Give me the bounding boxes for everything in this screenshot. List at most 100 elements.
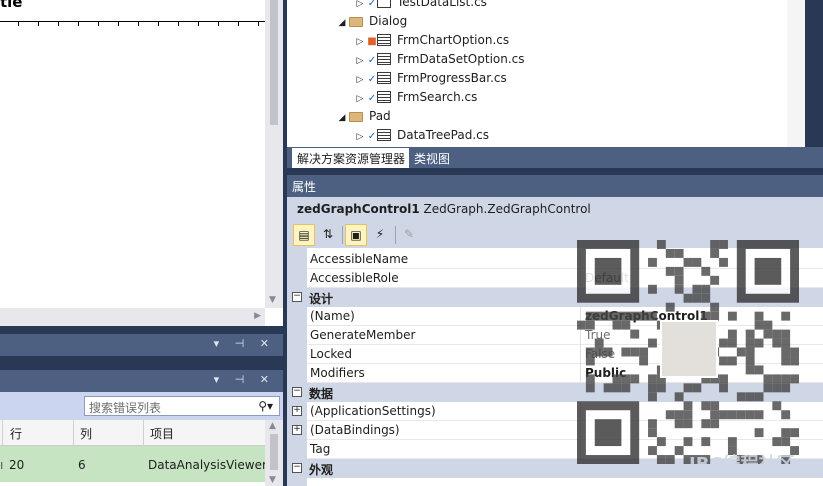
column-header-line[interactable]: 行 (10, 425, 22, 442)
expand-plus-icon[interactable]: + (292, 406, 302, 416)
property-name: AccessibleName (310, 252, 409, 266)
tree-item-label: TestDataList.cs (397, 0, 487, 9)
collapse-minus-icon[interactable]: − (292, 292, 302, 302)
error-list-pane-header: ▾ ⊣ ✕ (0, 370, 283, 392)
tree-item[interactable]: ◢ Dialog (335, 12, 408, 33)
property-pages-wrench-icon[interactable]: ✎ (398, 224, 420, 246)
tree-item[interactable]: ▷ ✓ FrmDataSetOption.cs (353, 50, 525, 69)
editor-vertical-scrollbar[interactable]: ▼ (265, 0, 283, 308)
properties-title: 属性 (292, 180, 317, 194)
search-placeholder: 搜索错误列表 (89, 401, 162, 415)
pane-window-buttons[interactable]: ▾ ⊣ ✕ (214, 373, 275, 386)
watermark-text: IBC编程社区 (689, 454, 795, 475)
tree-item[interactable]: ▷ ✓ TestDataList.cs (353, 0, 487, 12)
solution-explorer-tree[interactable]: ▷ ✓ TestDataList.cs ◢ Dialog ▷ ■ FrmChartOption… (287, 0, 805, 147)
table-row[interactable]: ı 20 6 DataAnalysisViewer (0, 446, 267, 482)
events-lightning-icon[interactable]: ⚡ (369, 224, 391, 246)
property-grid-margin (287, 248, 307, 486)
error-list-table: 行 列 项目 ı 20 6 DataAnalysisViewer ▲ ▼ (0, 420, 283, 486)
properties-view-icon[interactable]: ▣ (345, 224, 367, 246)
scroll-down-icon[interactable]: ▼ (269, 475, 276, 485)
category-label: 数据 (309, 387, 334, 401)
axis-tick (118, 22, 119, 26)
expanded-arrow-icon[interactable]: ◢ (335, 109, 349, 128)
cs-file-icon (377, 129, 391, 141)
row-cell-line: 20 (9, 458, 25, 472)
error-list-scrollbar[interactable]: ▲ ▼ (265, 420, 283, 486)
tree-item[interactable]: ▷ ✓ FrmProgressBar.cs (353, 69, 507, 88)
pane-window-buttons[interactable]: ▾ ⊣ ✕ (214, 337, 275, 350)
error-list-search-input[interactable]: 搜索错误列表 ⚲▾ (84, 396, 280, 416)
scroll-down-icon[interactable]: ▼ (269, 295, 276, 305)
scroll-up-icon[interactable]: ▲ (269, 421, 276, 431)
cs-file-icon (377, 72, 391, 84)
axis-tick (218, 22, 219, 26)
property-name: GenerateMember (310, 328, 416, 342)
checked-in-icon: ✓ (367, 131, 377, 142)
scrollbar-thumb[interactable] (270, 434, 278, 470)
cs-file-icon (377, 0, 391, 8)
scroll-right-icon[interactable]: ▶ (254, 311, 261, 321)
axis-tick (58, 22, 59, 26)
column-separator (73, 420, 74, 446)
axis-tick (198, 22, 199, 26)
column-header-project[interactable]: 项目 (150, 425, 174, 442)
chart-axis (0, 21, 265, 27)
row-cell-prefix: ı (0, 458, 4, 472)
row-cell-project: DataAnalysisViewer (148, 458, 267, 472)
alphabetical-icon[interactable]: ⇅ (317, 224, 339, 246)
axis-tick (258, 22, 259, 26)
axis-tick (78, 22, 79, 26)
tree-item[interactable]: ▷ ✓ FrmSearch.cs (353, 88, 478, 107)
checked-in-icon: ✓ (367, 55, 377, 66)
checked-out-icon: ■ (367, 36, 377, 47)
selected-object-name: zedGraphControl1 (297, 202, 420, 216)
tree-item-label: FrmDataSetOption.cs (397, 52, 525, 66)
categorized-icon[interactable]: ▤ (293, 224, 315, 246)
qr-logo-image (660, 320, 718, 378)
search-icon[interactable]: ⚲▾ (258, 399, 273, 413)
properties-pane-header: 属性 (287, 175, 823, 197)
designer-surface[interactable]: tle ▼ ▶ (0, 0, 283, 326)
editor-horizontal-scrollbar[interactable]: ▶ (0, 308, 265, 326)
axis-tick (98, 22, 99, 26)
tree-item[interactable]: ▷ ✓ DataTreePad.cs (353, 126, 489, 145)
expanded-arrow-icon[interactable]: ◢ (335, 14, 349, 33)
error-list-header: 行 列 项目 (0, 420, 265, 446)
tree-item-label: FrmSearch.cs (397, 90, 478, 104)
solution-explorer-tabs: 解决方案资源管理器 类视图 (287, 147, 823, 168)
tree-item[interactable]: ◢ Pad (335, 107, 391, 126)
folder-icon (349, 17, 363, 27)
tree-item-label: Pad (369, 109, 391, 123)
error-list-toolbar: 搜索错误列表 ⚲▾ (0, 392, 283, 420)
property-name: (Name) (310, 309, 355, 323)
property-name: Tag (310, 442, 331, 456)
tab-class-view[interactable]: 类视图 (409, 148, 456, 168)
scrollbar-thumb[interactable] (270, 0, 278, 125)
row-cell-column: 6 (78, 458, 86, 472)
tab-solution-explorer[interactable]: 解决方案资源管理器 (292, 148, 411, 168)
axis-tick (18, 22, 19, 26)
tree-item-label: Dialog (369, 14, 408, 28)
toolbar-separator (342, 226, 343, 244)
collapsed-arrow-icon[interactable]: ▷ (353, 128, 367, 147)
axis-tick (178, 22, 179, 26)
solution-explorer-scrollbar[interactable] (787, 0, 805, 147)
tree-item-label: FrmProgressBar.cs (397, 71, 507, 85)
collapse-minus-icon[interactable]: − (292, 387, 302, 397)
cs-file-icon (377, 53, 391, 65)
cs-file-icon (377, 34, 391, 46)
axis-tick (158, 22, 159, 26)
properties-object-selector[interactable]: zedGraphControl1 ZedGraph.ZedGraphContro… (287, 197, 823, 222)
tree-item[interactable]: ▷ ■ FrmChartOption.cs (353, 31, 510, 50)
checked-in-icon: ✓ (367, 74, 377, 85)
collapse-minus-icon[interactable]: − (292, 463, 302, 473)
column-separator (2, 420, 3, 446)
folder-icon (349, 112, 363, 122)
toolbar-separator (395, 226, 396, 244)
column-header-column[interactable]: 列 (80, 425, 92, 442)
column-separator (143, 420, 144, 446)
checked-in-icon: ✓ (367, 93, 377, 104)
category-label: 设计 (309, 292, 334, 306)
expand-plus-icon[interactable]: + (292, 425, 302, 435)
